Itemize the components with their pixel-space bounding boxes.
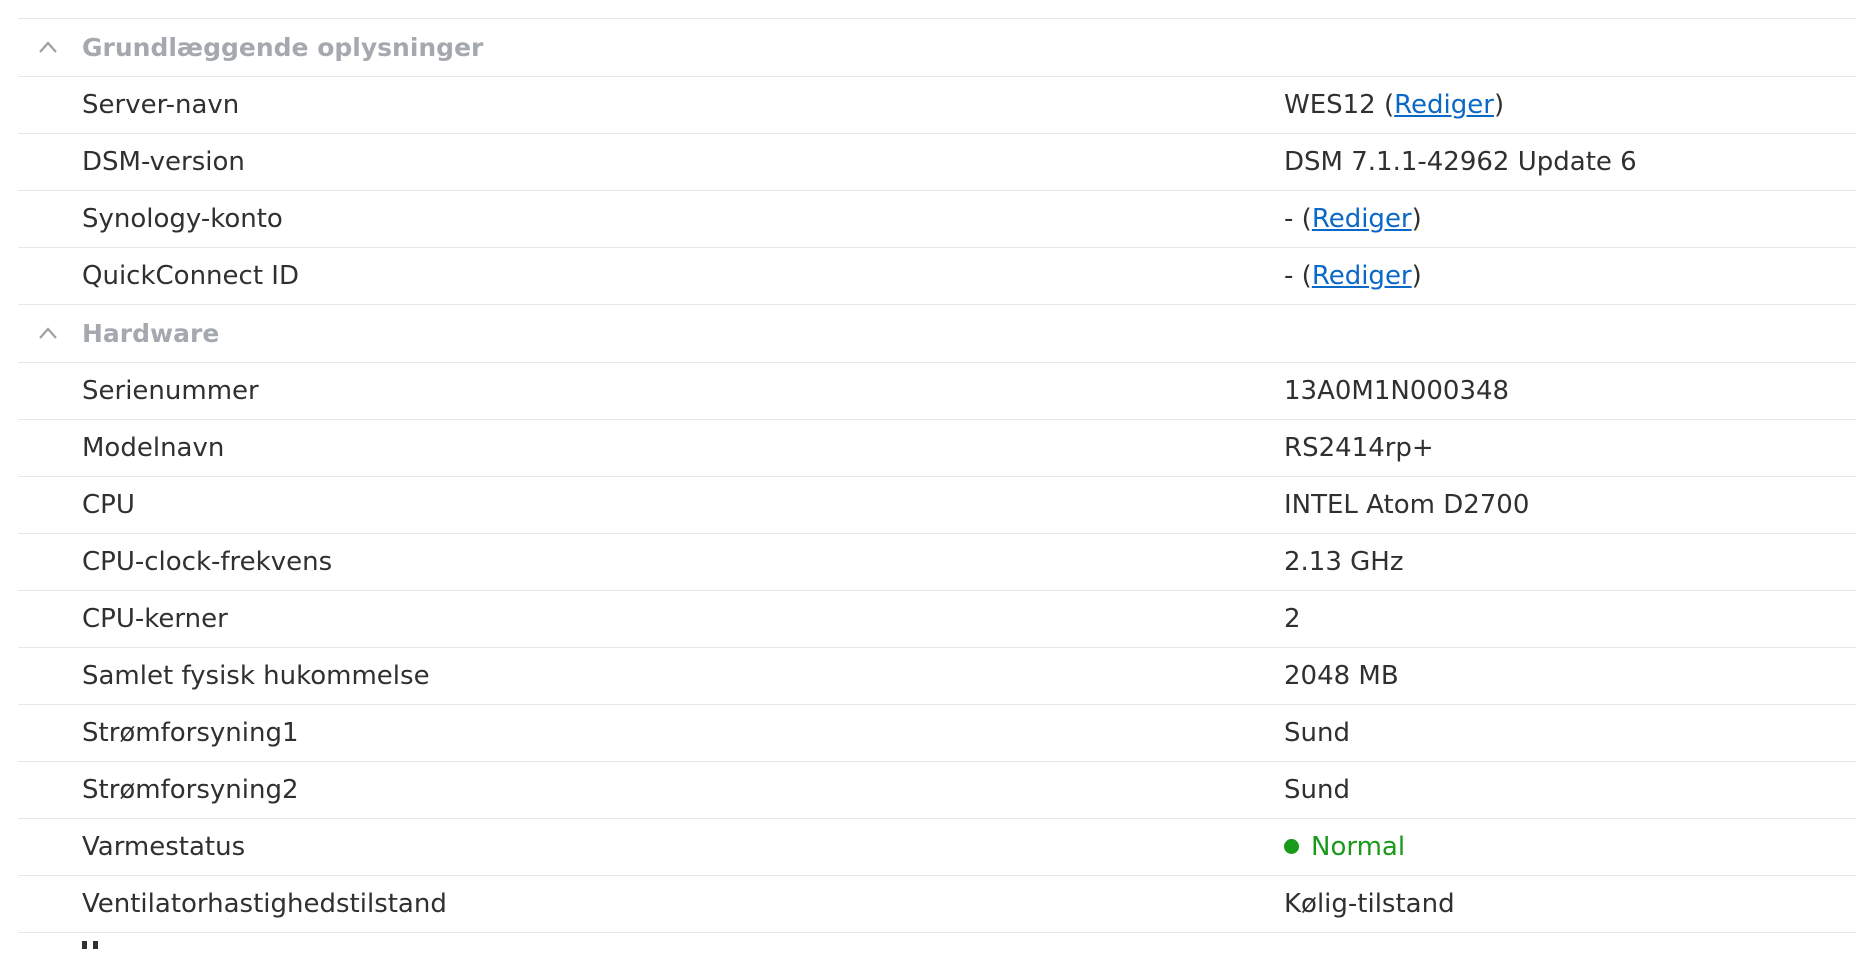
row-label: Server-navn	[82, 90, 240, 120]
row-label: CPU-clock-frekvens	[82, 547, 333, 577]
row-label: Samlet fysisk hukommelse	[82, 661, 430, 691]
chevron-up-icon[interactable]	[38, 326, 58, 340]
server-name-value: WES12	[1284, 90, 1376, 120]
row-value: DSM 7.1.1-42962 Update 6	[1284, 147, 1637, 177]
info-row-model: Modelnavn RS2414rp+	[18, 420, 1856, 477]
cut-off-row	[18, 933, 1856, 973]
info-row-dsm-version: DSM-version DSM 7.1.1-42962 Update 6	[18, 134, 1856, 191]
row-label: DSM-version	[82, 147, 245, 177]
row-value: Sund	[1284, 775, 1350, 805]
row-value: - (Rediger)	[1284, 261, 1422, 291]
thermal-status-text: Normal	[1311, 832, 1406, 862]
row-label: Strømforsyning1	[82, 718, 299, 748]
row-value: 2048 MB	[1284, 661, 1399, 691]
info-row-cpu: CPU INTEL Atom D2700	[18, 477, 1856, 534]
row-value: Kølig-tilstand	[1284, 889, 1455, 919]
system-info-panel: Grundlæggende oplysninger Server-navn WE…	[18, 18, 1856, 973]
info-row-memory: Samlet fysisk hukommelse 2048 MB	[18, 648, 1856, 705]
row-value: Sund	[1284, 718, 1350, 748]
info-row-thermal: Varmestatus Normal	[18, 819, 1856, 876]
edit-server-name-link[interactable]: Rediger	[1394, 90, 1494, 120]
row-value: WES12 (Rediger)	[1284, 90, 1505, 120]
group-title-basic: Grundlæggende oplysninger	[82, 33, 484, 62]
info-row-fan: Ventilatorhastighedstilstand Kølig-tilst…	[18, 876, 1856, 933]
row-label: Ventilatorhastighedstilstand	[82, 889, 447, 919]
row-value: 13A0M1N000348	[1284, 376, 1510, 406]
group-title-hardware: Hardware	[82, 319, 220, 348]
info-row-serial: Serienummer 13A0M1N000348	[18, 363, 1856, 420]
row-value: INTEL Atom D2700	[1284, 490, 1530, 520]
row-label: CPU-kerner	[82, 604, 228, 634]
row-value: RS2414rp+	[1284, 433, 1434, 463]
edit-synology-account-link[interactable]: Rediger	[1312, 204, 1412, 234]
row-label: CPU	[82, 490, 135, 520]
info-row-cpu-cores: CPU-kerner 2	[18, 591, 1856, 648]
synology-account-value: -	[1284, 204, 1294, 234]
info-row-server-name: Server-navn WES12 (Rediger)	[18, 77, 1856, 134]
status-dot-icon	[1284, 839, 1299, 854]
thermal-status: Normal	[1284, 819, 1405, 876]
group-header-hardware[interactable]: Hardware	[18, 305, 1856, 363]
info-row-psu2: Strømforsyning2 Sund	[18, 762, 1856, 819]
group-header-basic[interactable]: Grundlæggende oplysninger	[18, 19, 1856, 77]
chevron-up-icon[interactable]	[38, 40, 58, 54]
row-label: QuickConnect ID	[82, 261, 299, 291]
row-label: Varmestatus	[82, 832, 246, 862]
edit-quickconnect-link[interactable]: Rediger	[1312, 261, 1412, 291]
row-label: Synology-konto	[82, 204, 283, 234]
cut-off-row-label	[82, 941, 110, 949]
info-row-synology-account: Synology-konto - (Rediger)	[18, 191, 1856, 248]
row-value: 2	[1284, 604, 1301, 634]
info-row-psu1: Strømforsyning1 Sund	[18, 705, 1856, 762]
row-value: 2.13 GHz	[1284, 547, 1404, 577]
row-label: Strømforsyning2	[82, 775, 299, 805]
row-label: Modelnavn	[82, 433, 225, 463]
row-label: Serienummer	[82, 376, 259, 406]
quickconnect-value: -	[1284, 261, 1294, 291]
info-row-cpu-clock: CPU-clock-frekvens 2.13 GHz	[18, 534, 1856, 591]
info-row-quickconnect: QuickConnect ID - (Rediger)	[18, 248, 1856, 305]
row-value: - (Rediger)	[1284, 204, 1422, 234]
